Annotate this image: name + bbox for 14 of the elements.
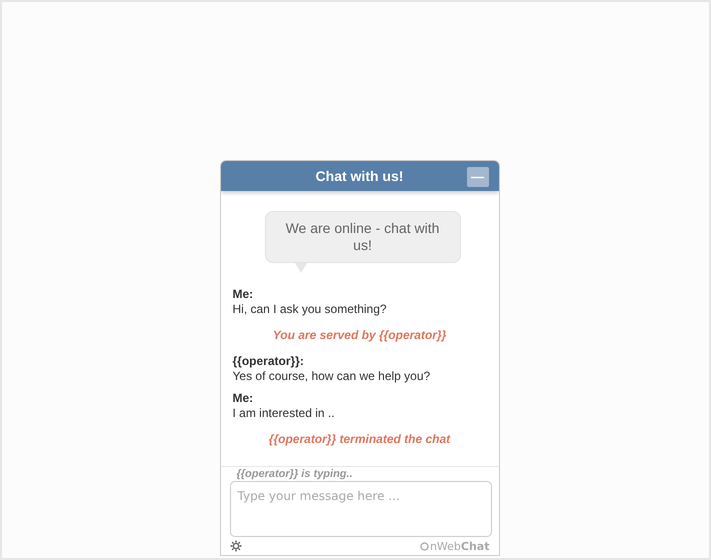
message-text: Hi, can I ask you something? — [232, 302, 388, 317]
minimize-button[interactable]: — — [466, 167, 488, 187]
message-text: Yes of course, how can we help you? — [232, 369, 432, 384]
chat-logo-icon — [420, 542, 429, 550]
bubble-tail — [294, 263, 306, 273]
typing-indicator: {{operator}} is typing.. — [236, 468, 354, 480]
brand-logo: nWebChat — [430, 540, 490, 552]
message-input[interactable]: Type your message here ... — [230, 481, 492, 537]
system-message: You are served by {{operator}} — [272, 328, 448, 342]
chat-title: Chat with us! — [316, 168, 404, 184]
welcome-bubble: We are online - chat with us! — [264, 211, 460, 263]
system-message: {{operator}} terminated the chat — [268, 432, 452, 446]
settings-icon[interactable] — [230, 540, 242, 552]
message-text: I am interested in .. — [232, 406, 336, 421]
